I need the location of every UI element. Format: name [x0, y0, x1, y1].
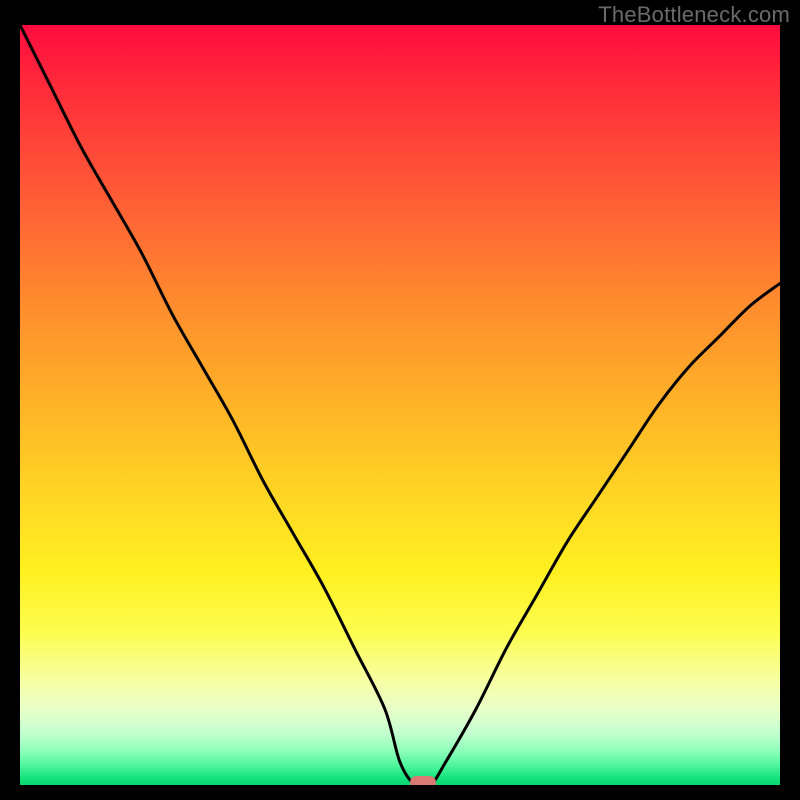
- bottleneck-curve: [20, 25, 780, 785]
- plot-area: [20, 25, 780, 785]
- chart-frame: TheBottleneck.com: [0, 0, 800, 800]
- watermark-text: TheBottleneck.com: [598, 2, 790, 28]
- curve-svg: [20, 25, 780, 785]
- optimal-marker: [410, 776, 436, 785]
